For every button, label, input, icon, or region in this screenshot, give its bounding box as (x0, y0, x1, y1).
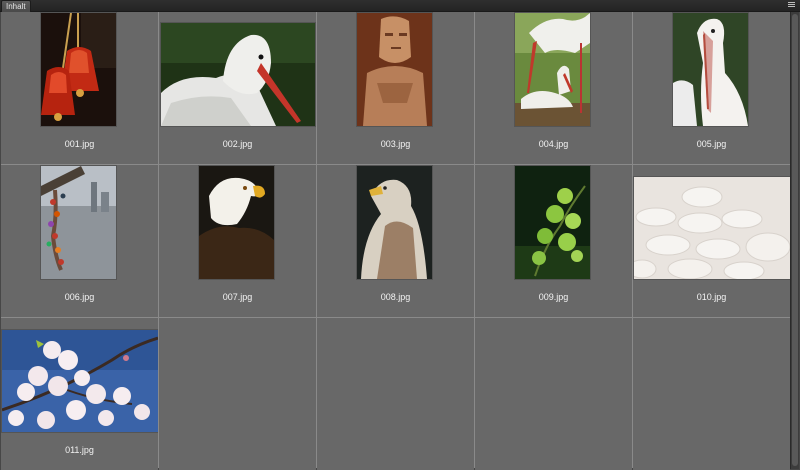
thumbnail-filename: 009.jpg (538, 292, 569, 302)
thumbnail-cell[interactable]: 004.jpg (475, 12, 632, 164)
thumbnail-cell[interactable]: 011.jpg (1, 318, 158, 470)
thumbnail-cell[interactable]: 010.jpg (633, 165, 790, 317)
thumbnail-cell[interactable]: 001.jpg (1, 12, 158, 164)
tab-inhalt[interactable]: Inhalt (1, 0, 31, 12)
thumbnail-image[interactable] (515, 13, 590, 126)
thumbnail-image[interactable] (673, 13, 748, 126)
thumbnail-image[interactable] (41, 166, 116, 279)
thumbnail-image[interactable] (357, 166, 432, 279)
thumbnail-cell[interactable]: 003.jpg (317, 12, 474, 164)
thumbnail-filename: 001.jpg (64, 139, 95, 149)
thumbnail-image[interactable] (161, 23, 315, 126)
thumbnail-filename: 004.jpg (538, 139, 569, 149)
thumbnail-filename: 006.jpg (64, 292, 95, 302)
thumbnail-image[interactable] (515, 166, 590, 279)
empty-cell (317, 318, 474, 470)
thumbnail-filename: 011.jpg (65, 445, 94, 455)
thumbnail-filename: 008.jpg (380, 292, 411, 302)
thumbnail-filename: 007.jpg (222, 292, 253, 302)
vertical-scrollbar[interactable] (790, 12, 799, 469)
thumbnail-image[interactable] (357, 13, 432, 126)
thumbnail-cell[interactable]: 002.jpg (159, 12, 316, 164)
thumbnail-cell[interactable]: 005.jpg (633, 12, 790, 164)
thumbnail-image[interactable] (41, 13, 116, 126)
thumbnail-cell[interactable]: 007.jpg (159, 165, 316, 317)
thumbnail-filename: 003.jpg (380, 139, 411, 149)
thumbnail-filename: 010.jpg (696, 292, 727, 302)
content-panel: Inhalt 001.jpg 002.jpg 003.jpg 004.jpg 0… (0, 0, 800, 470)
empty-cell (633, 318, 790, 470)
thumbnail-cell[interactable]: 008.jpg (317, 165, 474, 317)
thumbnail-grid: 001.jpg 002.jpg 003.jpg 004.jpg 005.jpg … (1, 12, 790, 470)
thumbnail-image[interactable] (199, 166, 274, 279)
thumbnail-cell[interactable]: 006.jpg (1, 165, 158, 317)
thumbnail-cell[interactable]: 009.jpg (475, 165, 632, 317)
thumbnail-image[interactable] (634, 177, 790, 279)
empty-cell (475, 318, 632, 470)
thumbnail-image[interactable] (2, 330, 158, 432)
panel-titlebar: Inhalt (0, 0, 800, 12)
panel-menu-icon[interactable] (787, 1, 796, 9)
empty-cell (159, 318, 316, 470)
thumbnail-filename: 005.jpg (696, 139, 727, 149)
scrollbar-thumb[interactable] (792, 14, 798, 466)
thumbnail-filename: 002.jpg (222, 139, 253, 149)
